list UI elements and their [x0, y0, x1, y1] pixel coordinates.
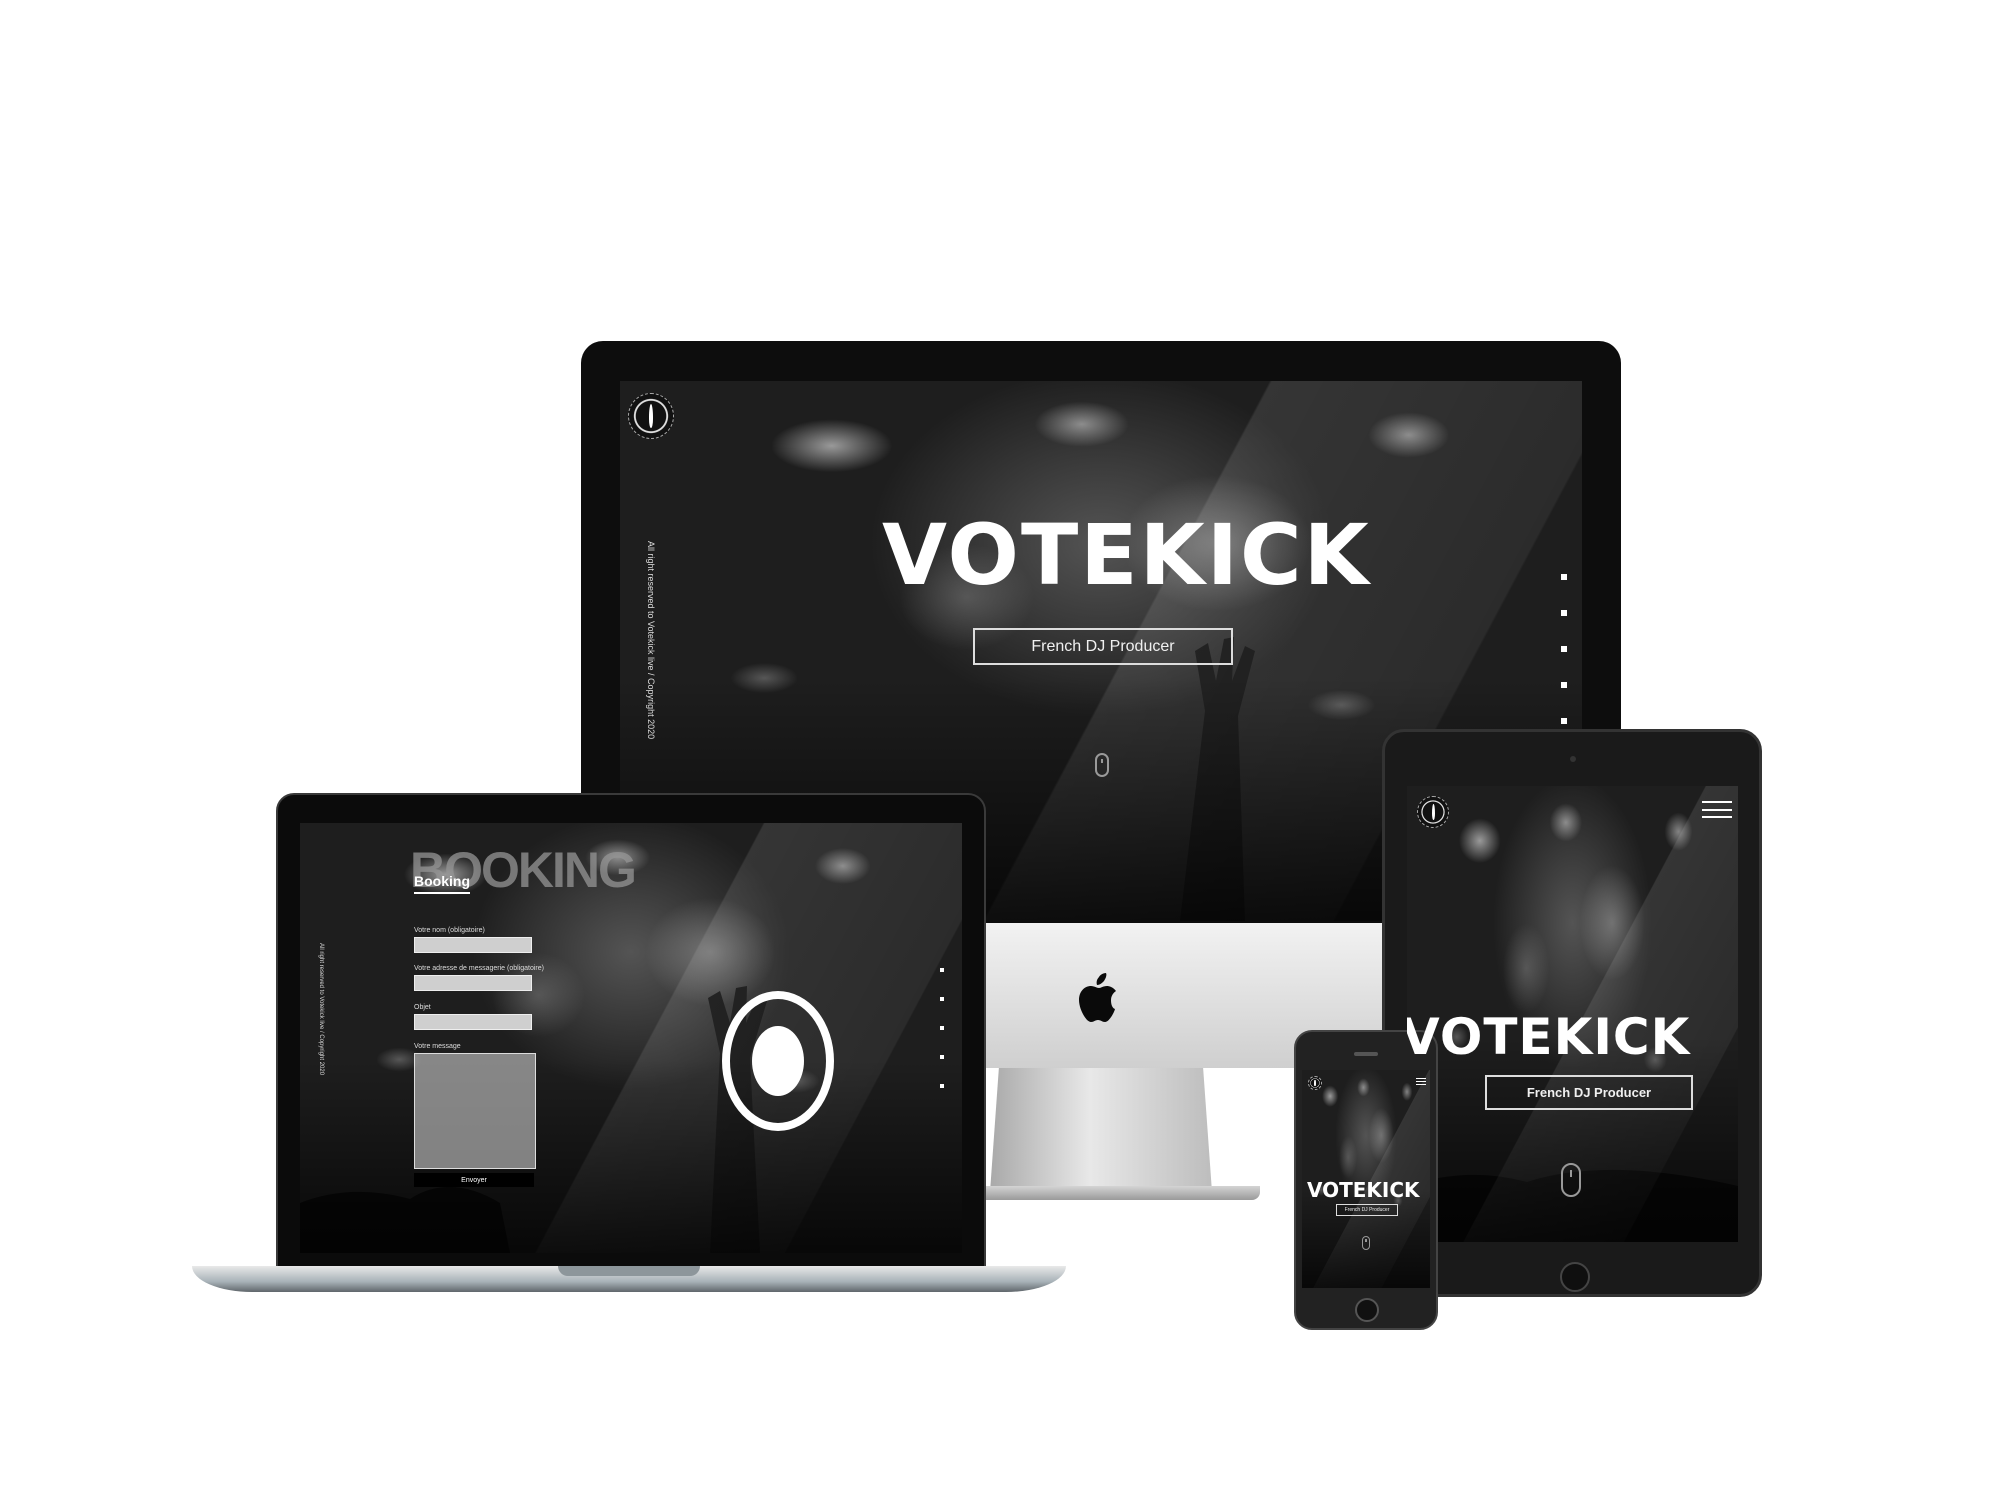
imac-stand: [990, 1068, 1212, 1192]
message-field[interactable]: [414, 1053, 536, 1169]
mouse-scroll-icon[interactable]: [1561, 1163, 1581, 1197]
nav-dot[interactable]: [1561, 646, 1567, 652]
nav-dot[interactable]: [1561, 682, 1567, 688]
votekick-eye-logo-icon[interactable]: [1417, 796, 1449, 828]
brand-title: VOTEKICK: [882, 506, 1371, 604]
apple-logo-icon: [1079, 973, 1116, 1022]
nav-dot[interactable]: [940, 1084, 944, 1088]
mouse-scroll-icon[interactable]: [1095, 753, 1109, 777]
nav-dot[interactable]: [1561, 574, 1567, 580]
tablet-screen: VOTEKICK French DJ Producer: [1407, 786, 1738, 1242]
loading-ring-icon: [722, 991, 834, 1131]
email-label: Votre adresse de messagerie (obligatoire…: [414, 965, 544, 972]
phone-home-button[interactable]: [1355, 1298, 1379, 1322]
nav-dot[interactable]: [940, 1055, 944, 1059]
laptop-screen: All right reserved to Votekick live / Co…: [300, 823, 962, 1253]
message-label: Votre message: [414, 1043, 461, 1050]
imac-foot: [960, 1186, 1260, 1200]
nav-dot[interactable]: [940, 1026, 944, 1030]
submit-button[interactable]: Envoyer: [414, 1173, 534, 1187]
subject-label: Objet: [414, 1004, 431, 1011]
votekick-eye-logo-icon[interactable]: [628, 393, 674, 439]
copyright-text: All right reserved to Votekick live / Co…: [318, 943, 324, 1076]
nav-dot[interactable]: [940, 968, 944, 972]
tagline-box: French DJ Producer: [1485, 1075, 1693, 1110]
section-dot-nav[interactable]: [940, 968, 944, 1088]
hamburger-menu-icon[interactable]: [1416, 1078, 1426, 1085]
section-dot-nav[interactable]: [1561, 574, 1567, 724]
nav-dot[interactable]: [940, 997, 944, 1001]
subject-field[interactable]: [414, 1014, 532, 1030]
name-field[interactable]: [414, 937, 532, 953]
phone-screen: VOTEKICK French DJ Producer: [1302, 1070, 1430, 1288]
mouse-scroll-icon[interactable]: [1362, 1236, 1370, 1250]
tablet-camera: [1570, 756, 1576, 762]
brand-title: VOTEKICK: [1307, 1178, 1420, 1202]
copyright-text: All right reserved to Votekick live / Co…: [646, 541, 656, 740]
votekick-eye-logo-icon[interactable]: [1308, 1076, 1322, 1090]
tablet-home-button[interactable]: [1560, 1262, 1590, 1292]
laptop-notch: [558, 1266, 700, 1276]
brand-title: VOTEKICK: [1407, 1008, 1691, 1066]
nav-dot[interactable]: [1561, 718, 1567, 724]
nav-dot[interactable]: [1561, 610, 1567, 616]
tagline-box: French DJ Producer: [973, 628, 1233, 665]
tagline-box: French DJ Producer: [1336, 1204, 1398, 1216]
booking-title: Booking: [414, 873, 470, 894]
hamburger-menu-icon[interactable]: [1702, 801, 1732, 818]
email-field[interactable]: [414, 975, 532, 991]
phone-speaker: [1354, 1052, 1378, 1056]
name-label: Votre nom (obligatoire): [414, 927, 485, 934]
